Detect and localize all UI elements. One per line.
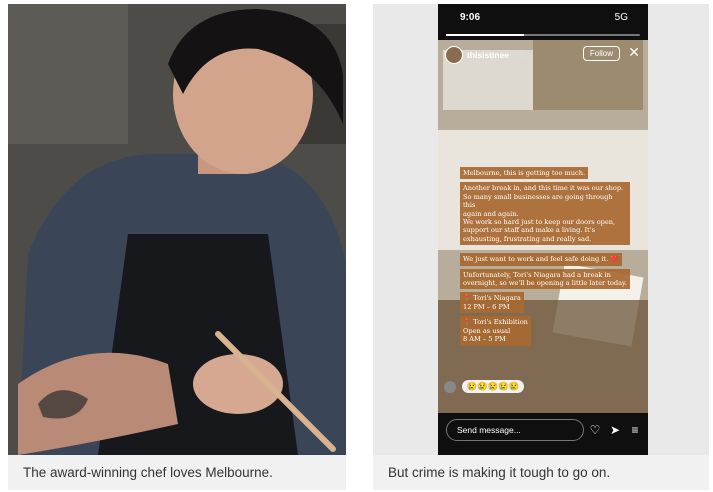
story-progress-bar (446, 34, 640, 36)
story-reactions: 😢😢😢😢😢 (444, 380, 525, 393)
right-panel: 9:06 5G thisistinee 1d Follow ✕ Melbourn… (373, 4, 709, 490)
reaction-bubble[interactable]: 😢😢😢😢😢 (461, 380, 525, 393)
story-screenshot: 9:06 5G thisistinee 1d Follow ✕ Melbourn… (373, 4, 709, 455)
story-text: 📍 Tori's Exhibition Open as usual 8 AM –… (460, 316, 531, 346)
close-icon[interactable]: ✕ (628, 44, 640, 61)
send-message-input[interactable]: Send message... (446, 419, 584, 441)
avatar[interactable] (445, 46, 463, 64)
caption-left: The award-winning chef loves Melbourne. (8, 455, 346, 490)
story-text: Melbourne, this is getting too much. (460, 167, 589, 180)
caption-right: But crime is making it tough to go on. (373, 455, 709, 490)
message-bar: Send message... ♡ ➤ ≡ (446, 419, 640, 441)
heart-icon[interactable]: ♡ (588, 423, 602, 437)
phone-screen: 9:06 5G thisistinee 1d Follow ✕ Melbourn… (438, 4, 648, 455)
story-header: thisistinee 1d Follow ✕ (445, 44, 642, 66)
story-text: Unfortunately, Tori's Niagara had a brea… (460, 268, 630, 290)
follow-button[interactable]: Follow (582, 46, 620, 61)
story-text-blocks: Melbourne, this is getting too much. Ano… (460, 162, 630, 349)
story-text: 📍 Tori's Niagara 12 PM – 6 PM (460, 292, 524, 314)
network-indicator: 5G (614, 12, 628, 23)
story-username[interactable]: thisistinee (467, 50, 509, 60)
send-icon[interactable]: ➤ (608, 423, 622, 437)
left-panel: The award-winning chef loves Melbourne. (8, 4, 346, 490)
menu-icon[interactable]: ≡ (628, 423, 642, 437)
story-text: We just want to work and feel safe doing… (460, 253, 622, 266)
chef-illustration (8, 4, 346, 455)
status-bar: 9:06 5G (438, 12, 648, 28)
reaction-avatar (444, 380, 456, 393)
story-age: 1d (515, 50, 525, 60)
chef-photo (8, 4, 346, 455)
status-time: 9:06 (460, 12, 481, 23)
story-text: Another break in, and this time it was o… (460, 182, 630, 246)
